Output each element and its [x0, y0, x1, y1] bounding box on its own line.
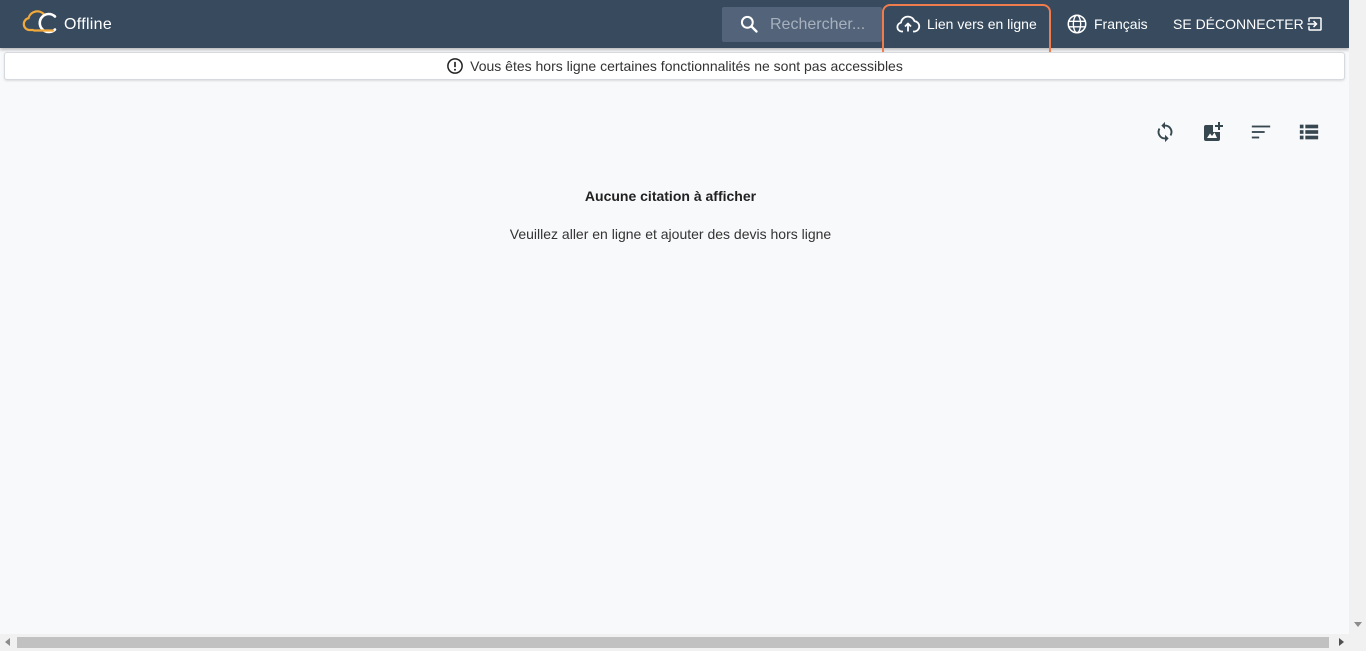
offline-banner: Vous êtes hors ligne certaines fonctionn…	[4, 52, 1345, 80]
app-logo[interactable]: Offline	[22, 6, 122, 40]
language-label: Français	[1094, 16, 1148, 32]
logout-button[interactable]: SE DÉCONNECTER	[1173, 0, 1324, 48]
horizontal-scrollbar[interactable]	[0, 634, 1349, 651]
online-link-label: Lien vers en ligne	[927, 16, 1037, 32]
top-navigation-bar: Offline Lien vers en ligne F	[0, 0, 1349, 59]
logo-text: Offline	[64, 16, 113, 33]
globe-icon	[1066, 13, 1088, 35]
scroll-right-icon[interactable]	[1339, 638, 1344, 646]
scroll-down-icon[interactable]	[1354, 622, 1362, 627]
logout-label: SE DÉCONNECTER	[1173, 16, 1304, 32]
search-input[interactable]	[770, 7, 880, 42]
sync-icon[interactable]	[1153, 120, 1177, 144]
cloud-logo-icon	[22, 10, 57, 34]
scroll-left-icon[interactable]	[5, 638, 10, 646]
empty-state-title: Aucune citation à afficher	[584, 188, 757, 204]
alert-circle-icon	[446, 57, 464, 75]
add-image-icon[interactable]	[1201, 120, 1225, 144]
list-view-icon[interactable]	[1297, 120, 1321, 144]
horizontal-scroll-thumb[interactable]	[17, 637, 1329, 648]
online-link-button[interactable]: Lien vers en ligne	[896, 0, 1037, 48]
vertical-scrollbar[interactable]	[1349, 0, 1366, 651]
sort-icon[interactable]	[1249, 120, 1273, 144]
empty-state-subtitle: Veuillez aller en ligne et ajouter des d…	[509, 226, 832, 242]
logout-icon	[1306, 15, 1324, 33]
search-box[interactable]	[722, 7, 882, 42]
offline-banner-message: Vous êtes hors ligne certaines fonctionn…	[470, 58, 903, 74]
language-button[interactable]: Français	[1066, 0, 1148, 48]
search-icon	[740, 15, 758, 33]
cloud-upload-icon	[896, 15, 921, 33]
